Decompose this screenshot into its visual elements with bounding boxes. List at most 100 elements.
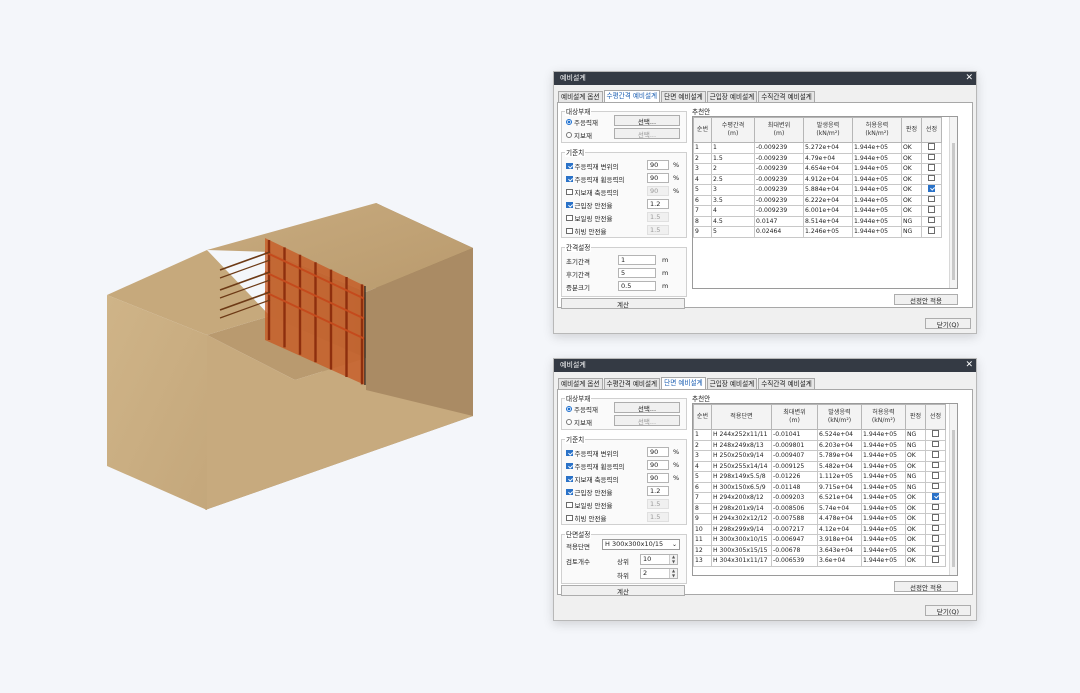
select-cell[interactable] bbox=[921, 215, 942, 227]
tab-3[interactable]: 근입장 예비설계 bbox=[706, 378, 758, 389]
table-row[interactable]: 7H 294x200x8/12 -0.009203 6.521e+04 1.944e+… bbox=[693, 492, 946, 504]
criteria-item[interactable]: 보일링 안전율 bbox=[566, 213, 612, 223]
radio-icon[interactable] bbox=[566, 419, 572, 425]
criteria-value-input[interactable]: 90 bbox=[647, 173, 669, 183]
vertical-scrollbar[interactable] bbox=[949, 117, 957, 288]
apply-selection-button[interactable]: 선정안 적용 bbox=[894, 294, 958, 305]
table-row[interactable]: 2 1.5 -0.009239 4.79e+04 1.944e+05 OK bbox=[693, 152, 942, 164]
criteria-item[interactable]: 근입장 안전율 bbox=[566, 487, 612, 497]
column-header[interactable]: 최대변위 (m) bbox=[771, 404, 818, 430]
upper-count-stepper[interactable]: 10 ▲ ▼ bbox=[640, 554, 678, 565]
checkbox-icon[interactable] bbox=[928, 185, 935, 192]
checkbox-icon[interactable] bbox=[566, 475, 573, 483]
checkbox-icon[interactable] bbox=[566, 488, 573, 496]
close-icon[interactable]: ✕ bbox=[965, 72, 973, 85]
checkbox-icon[interactable] bbox=[932, 503, 939, 510]
criteria-item[interactable]: 지보재 축응력의 bbox=[566, 187, 618, 197]
criteria-item[interactable]: 주응력재 휨응력의 bbox=[566, 174, 624, 184]
criteria-item[interactable]: 주응력재 휨응력의 bbox=[566, 461, 624, 471]
checkbox-icon[interactable] bbox=[928, 227, 935, 234]
radio-sub-member[interactable]: 지보재 bbox=[566, 130, 592, 140]
table-row[interactable]: 12 H 300x305x15/15 -0.00678 3.643e+04 1.944e… bbox=[693, 544, 946, 556]
criteria-value-input[interactable]: 1.5 bbox=[647, 499, 669, 509]
column-header[interactable]: 수평간격 (m) bbox=[711, 117, 755, 143]
column-header[interactable]: 적용단면 bbox=[711, 404, 772, 430]
criteria-item[interactable]: 히빙 안전율 bbox=[566, 226, 606, 236]
checkbox-icon[interactable] bbox=[932, 556, 939, 563]
criteria-value-input[interactable]: 1.2 bbox=[647, 486, 669, 496]
select-cell[interactable] bbox=[925, 471, 946, 483]
tab-4[interactable]: 수직간격 예비설계 bbox=[758, 378, 815, 389]
checkbox-icon[interactable] bbox=[932, 451, 939, 458]
table-row[interactable]: 13 H 304x301x11/17 -0.006539 3.6e+04 1.944e+… bbox=[693, 555, 946, 567]
checkbox-icon[interactable] bbox=[928, 206, 935, 213]
select-cell[interactable] bbox=[921, 194, 942, 206]
select-cell[interactable] bbox=[925, 429, 946, 441]
column-header[interactable]: 허용응력 (kN/m²) bbox=[852, 117, 902, 143]
select-cell[interactable] bbox=[921, 142, 942, 154]
table-row[interactable]: 8 4.5 0.0147 8.514e+04 1.944e+05 NG bbox=[693, 215, 942, 227]
column-header[interactable]: 발생응력 (kN/m²) bbox=[803, 117, 853, 143]
tab-0[interactable]: 예비설계 옵션 bbox=[558, 91, 603, 102]
table-row[interactable]: 11 H 300x300x10/15 -0.006947 3.918e+04 1.944… bbox=[693, 534, 946, 546]
lower-count-stepper[interactable]: 2 ▲ ▼ bbox=[640, 568, 678, 579]
table-row[interactable]: 5H 298x149x5.5/8 -0.01226 1.112e+05 1.944e+… bbox=[693, 471, 946, 483]
column-header[interactable]: 순번 bbox=[693, 404, 712, 430]
checkbox-icon[interactable] bbox=[932, 430, 939, 437]
column-header[interactable]: 선정 bbox=[925, 404, 946, 430]
checkbox-icon[interactable] bbox=[932, 482, 939, 489]
criteria-value-input[interactable]: 90 bbox=[647, 460, 669, 470]
column-header[interactable]: 허용응력 (kN/m²) bbox=[861, 404, 906, 430]
select-cell[interactable] bbox=[925, 460, 946, 472]
table-row[interactable]: 7 4 -0.009239 6.001e+04 1.944e+05 OK bbox=[693, 205, 942, 217]
criteria-item[interactable]: 주응력재 변위의 bbox=[566, 448, 618, 458]
apply-selection-button[interactable]: 선정안 적용 bbox=[894, 581, 958, 592]
close-button[interactable]: 닫기(Q) bbox=[925, 318, 971, 329]
vertical-scrollbar[interactable] bbox=[949, 404, 957, 575]
checkbox-icon[interactable] bbox=[566, 449, 573, 457]
table-row[interactable]: 5 3 -0.009239 5.884e+04 1.944e+05 OK bbox=[693, 184, 942, 196]
checkbox-icon[interactable] bbox=[928, 153, 935, 160]
checkbox-icon[interactable] bbox=[566, 201, 573, 209]
spacing-input[interactable]: 0.5 bbox=[618, 281, 656, 291]
select-cell[interactable] bbox=[921, 152, 942, 164]
checkbox-icon[interactable] bbox=[566, 162, 573, 170]
spacing-input[interactable]: 1 bbox=[618, 255, 656, 265]
column-header[interactable]: 순번 bbox=[693, 117, 712, 143]
criteria-value-input[interactable]: 90 bbox=[647, 447, 669, 457]
table-row[interactable]: 3H 250x250x9/14 -0.009407 5.789e+04 1.944e+… bbox=[693, 450, 946, 462]
criteria-value-input[interactable]: 1.5 bbox=[647, 512, 669, 522]
select-cell[interactable] bbox=[925, 534, 946, 546]
apply-section-select[interactable]: H 300x300x10/15 ⌄ bbox=[602, 539, 680, 550]
spacing-input[interactable]: 5 bbox=[618, 268, 656, 278]
select-cell[interactable] bbox=[921, 226, 942, 238]
column-header[interactable]: 발생응력 (kN/m²) bbox=[817, 404, 862, 430]
radio-main-member[interactable]: 주응력재 bbox=[566, 117, 598, 127]
select-cell[interactable] bbox=[925, 439, 946, 451]
checkbox-icon[interactable] bbox=[932, 545, 939, 552]
radio-icon[interactable] bbox=[566, 406, 572, 412]
select-sub-button[interactable]: 선택... bbox=[614, 128, 680, 139]
select-cell[interactable] bbox=[925, 555, 946, 567]
select-cell[interactable] bbox=[925, 544, 946, 556]
select-cell[interactable] bbox=[925, 513, 946, 525]
table-row[interactable]: 9H 294x302x12/12 -0.007588 4.478e+04 1.944e… bbox=[693, 513, 946, 525]
checkbox-icon[interactable] bbox=[566, 188, 573, 196]
criteria-value-input[interactable]: 90 bbox=[647, 160, 669, 170]
criteria-item[interactable]: 보일링 안전율 bbox=[566, 500, 612, 510]
checkbox-icon[interactable] bbox=[566, 462, 573, 470]
radio-icon[interactable] bbox=[566, 119, 572, 125]
criteria-item[interactable]: 주응력재 변위의 bbox=[566, 161, 618, 171]
checkbox-icon[interactable] bbox=[928, 143, 935, 150]
table-row[interactable]: 10 H 298x299x9/14 -0.007217 4.12e+04 1.944e+… bbox=[693, 523, 946, 535]
table-row[interactable]: 6 3.5 -0.009239 6.222e+04 1.944e+05 OK bbox=[693, 194, 942, 206]
column-header[interactable]: 최대변위 (m) bbox=[754, 117, 804, 143]
table-row[interactable]: 4 2.5 -0.009239 4.912e+04 1.944e+05 OK bbox=[693, 173, 942, 185]
criteria-value-input[interactable]: 90 bbox=[647, 473, 669, 483]
stepper-arrows-icon[interactable]: ▲ ▼ bbox=[669, 554, 677, 564]
select-cell[interactable] bbox=[925, 450, 946, 462]
tab-2[interactable]: 단면 예비설계 bbox=[661, 377, 706, 389]
table-row[interactable]: 1 1 -0.009239 5.272e+04 1.944e+05 OK bbox=[693, 142, 942, 154]
close-button[interactable]: 닫기(Q) bbox=[925, 605, 971, 616]
table-row[interactable]: 4H 250x255x14/14 -0.009125 5.482e+04 1.944e… bbox=[693, 460, 946, 472]
